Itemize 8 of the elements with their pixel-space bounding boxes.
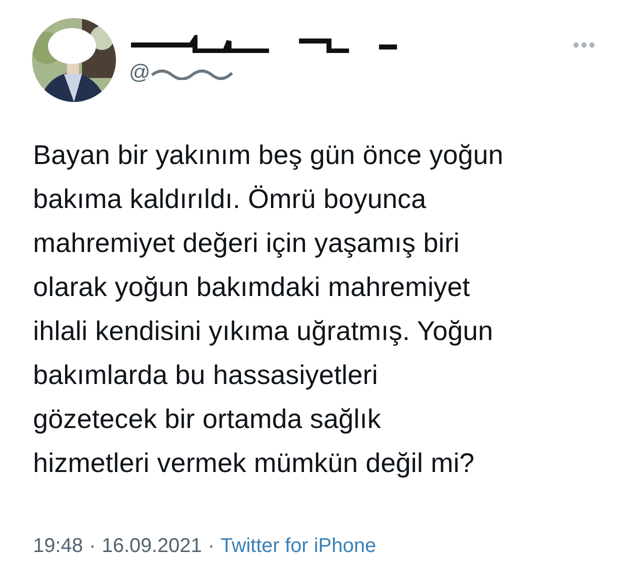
- tweet-date: 16.09.2021: [102, 535, 202, 558]
- tweet-time: 19:48: [33, 535, 84, 558]
- tweet-text: Bayan bir yakınım beş gün önce yoğun bakıma kaldırıldı. Ömrü boyunca mahremiyet değeri için yaşamış biri olarak yoğun bakımdaki mahremiyet ihlali kendisini yıkıma uğratmış. Yoğun bakımlarda bu hassasiyetleri gözetecek bir ortamda sağlık hizmetleri vermek mümkün değil mi?: [33, 139, 504, 480]
- more-icon[interactable]: [573, 42, 595, 48]
- source-link[interactable]: Twitter for iPhone: [220, 535, 376, 558]
- separator-dot: ·: [89, 535, 96, 558]
- user-handle[interactable]: @: [129, 61, 150, 85]
- separator-dot: ·: [208, 535, 215, 558]
